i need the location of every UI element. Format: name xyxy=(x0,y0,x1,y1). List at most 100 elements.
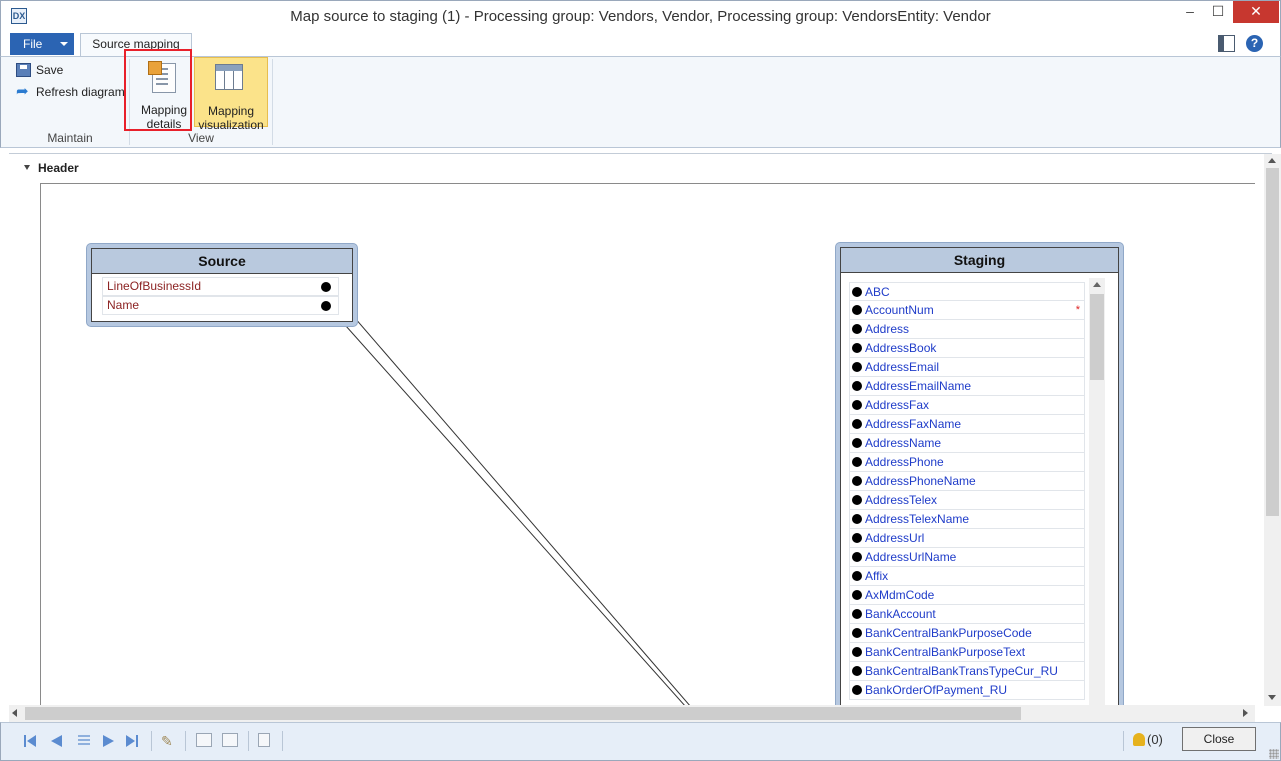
source-field-name[interactable]: Name xyxy=(102,296,339,315)
window-title: Map source to staging (1) - Processing g… xyxy=(290,8,991,25)
connector-dot-icon[interactable] xyxy=(852,457,862,467)
staging-field-label: BankAccount xyxy=(865,607,936,621)
staging-field-row[interactable]: Address xyxy=(849,320,1085,339)
scrollbar-thumb[interactable] xyxy=(1266,168,1279,516)
connector-dot-icon[interactable] xyxy=(852,324,862,334)
group-label-view: View xyxy=(188,131,214,145)
help-icon[interactable]: ? xyxy=(1246,35,1263,52)
scroll-down-icon[interactable] xyxy=(1268,695,1276,700)
minimize-button[interactable]: – xyxy=(1175,1,1205,23)
save-button[interactable]: Save xyxy=(16,61,63,79)
staging-field-row[interactable]: AddressUrlName xyxy=(849,548,1085,567)
first-record-icon[interactable] xyxy=(24,734,38,748)
scroll-right-icon[interactable] xyxy=(1243,709,1248,717)
connector-dot-icon[interactable] xyxy=(852,476,862,486)
staging-field-row[interactable]: BankCentralBankPurposeText xyxy=(849,643,1085,662)
staging-field-label: BankCentralBankPurposeCode xyxy=(865,626,1032,640)
connector-dot-icon[interactable] xyxy=(321,301,331,311)
connector-dot-icon[interactable] xyxy=(852,685,862,695)
staging-field-row[interactable]: AddressPhone xyxy=(849,453,1085,472)
connector-dot-icon[interactable] xyxy=(852,381,862,391)
staging-field-label: Address xyxy=(865,322,910,336)
connector-dot-icon[interactable] xyxy=(852,609,862,619)
file-tab[interactable]: File xyxy=(10,33,74,55)
staging-entity[interactable]: Staging ABC AccountNum * Address AddressBook… xyxy=(835,242,1124,706)
staging-field-row[interactable]: AddressTelexName xyxy=(849,510,1085,529)
staging-field-row[interactable]: AddressPhoneName xyxy=(849,472,1085,491)
staging-field-row[interactable]: AddressFaxName xyxy=(849,415,1085,434)
mapping-diagram-canvas[interactable]: Source LineOfBusinessId Name Staging ABC… xyxy=(40,183,1255,706)
connector-dot-icon[interactable] xyxy=(852,571,862,581)
connector-dot-icon[interactable] xyxy=(852,628,862,638)
horizontal-scrollbar[interactable] xyxy=(9,705,1255,722)
scroll-up-icon[interactable] xyxy=(1268,158,1276,163)
connector-dot-icon[interactable] xyxy=(852,438,862,448)
staging-field-row[interactable]: AddressTelex xyxy=(849,491,1085,510)
connector-dot-icon[interactable] xyxy=(852,647,862,657)
close-button[interactable]: Close xyxy=(1182,727,1256,751)
mapping-details-button[interactable]: Mapping details xyxy=(127,57,201,131)
scroll-up-icon[interactable] xyxy=(1093,282,1101,287)
form-view-icon[interactable] xyxy=(222,733,238,747)
connector-dot-icon[interactable] xyxy=(852,419,862,429)
maximize-button[interactable]: ☐ xyxy=(1205,1,1231,23)
scrollbar-thumb[interactable] xyxy=(25,707,1021,720)
connector-dot-icon[interactable] xyxy=(852,400,862,410)
staging-field-row[interactable]: BankCentralBankPurposeCode xyxy=(849,624,1085,643)
source-field-lineofbusinessid[interactable]: LineOfBusinessId xyxy=(102,277,339,296)
notifications-indicator[interactable]: (0) xyxy=(1133,732,1163,747)
connector-dot-icon[interactable] xyxy=(852,590,862,600)
connector-dot-icon[interactable] xyxy=(852,514,862,524)
connector-dot-icon[interactable] xyxy=(852,666,862,676)
scrollbar-thumb[interactable] xyxy=(1090,294,1104,380)
connector-dot-icon[interactable] xyxy=(852,533,862,543)
connector-dot-icon[interactable] xyxy=(852,305,862,315)
staging-field-label: AddressEmailName xyxy=(865,379,972,393)
next-record-icon[interactable] xyxy=(101,734,115,748)
edit-pencil-icon[interactable]: ✎ xyxy=(161,733,177,749)
refresh-diagram-button[interactable]: ➦ Refresh diagram xyxy=(16,83,125,101)
staging-field-label: AxMdmCode xyxy=(865,588,935,602)
staging-entity-body: Staging ABC AccountNum * Address AddressBook… xyxy=(840,247,1119,706)
staging-scrollbar[interactable] xyxy=(1089,278,1105,706)
staging-field-row[interactable]: AddressEmailName xyxy=(849,377,1085,396)
refresh-label: Refresh diagram xyxy=(36,85,125,99)
source-entity-body: Source LineOfBusinessId Name xyxy=(91,248,353,322)
attachment-icon[interactable] xyxy=(258,733,270,747)
record-list-icon[interactable] xyxy=(78,735,90,747)
source-entity[interactable]: Source LineOfBusinessId Name xyxy=(86,243,358,327)
vertical-scrollbar[interactable] xyxy=(1264,154,1281,706)
scroll-left-icon[interactable] xyxy=(12,709,17,717)
staging-field-row[interactable]: Affix xyxy=(849,567,1085,586)
staging-field-row[interactable]: BankCentralBankTransTypeCur_RU xyxy=(849,662,1085,681)
connector-dot-icon[interactable] xyxy=(852,362,862,372)
section-header[interactable]: Header xyxy=(24,161,79,175)
mapping-visualization-button[interactable]: Mapping visualization xyxy=(194,57,268,132)
connector-dot-icon[interactable] xyxy=(321,282,331,292)
tab-source-mapping[interactable]: Source mapping xyxy=(80,33,192,57)
separator xyxy=(282,731,283,751)
previous-record-icon[interactable] xyxy=(49,734,63,748)
staging-field-row[interactable]: AddressBook xyxy=(849,339,1085,358)
separator xyxy=(185,731,186,751)
staging-field-row[interactable]: AccountNum * xyxy=(849,301,1085,320)
staging-field-row[interactable]: AddressEmail xyxy=(849,358,1085,377)
staging-field-row[interactable]: BankOrderOfPayment_RU xyxy=(849,681,1085,700)
grid-view-icon[interactable] xyxy=(196,733,212,747)
staging-field-row[interactable]: AddressFax xyxy=(849,396,1085,415)
last-record-icon[interactable] xyxy=(126,734,140,748)
separator xyxy=(248,731,249,751)
staging-field-row[interactable]: AxMdmCode xyxy=(849,586,1085,605)
close-window-button[interactable]: ✕ xyxy=(1233,1,1279,23)
staging-field-row[interactable]: AddressUrl xyxy=(849,529,1085,548)
layout-icon[interactable] xyxy=(1218,35,1235,52)
connector-dot-icon[interactable] xyxy=(852,552,862,562)
notification-count: (0) xyxy=(1147,732,1163,747)
staging-field-row[interactable]: ABC xyxy=(849,282,1085,301)
connector-dot-icon[interactable] xyxy=(852,495,862,505)
staging-field-row[interactable]: AddressName xyxy=(849,434,1085,453)
staging-field-row[interactable]: BankAccount xyxy=(849,605,1085,624)
connector-dot-icon[interactable] xyxy=(852,287,862,297)
connector-dot-icon[interactable] xyxy=(852,343,862,353)
resize-grip-icon[interactable] xyxy=(1269,749,1279,759)
